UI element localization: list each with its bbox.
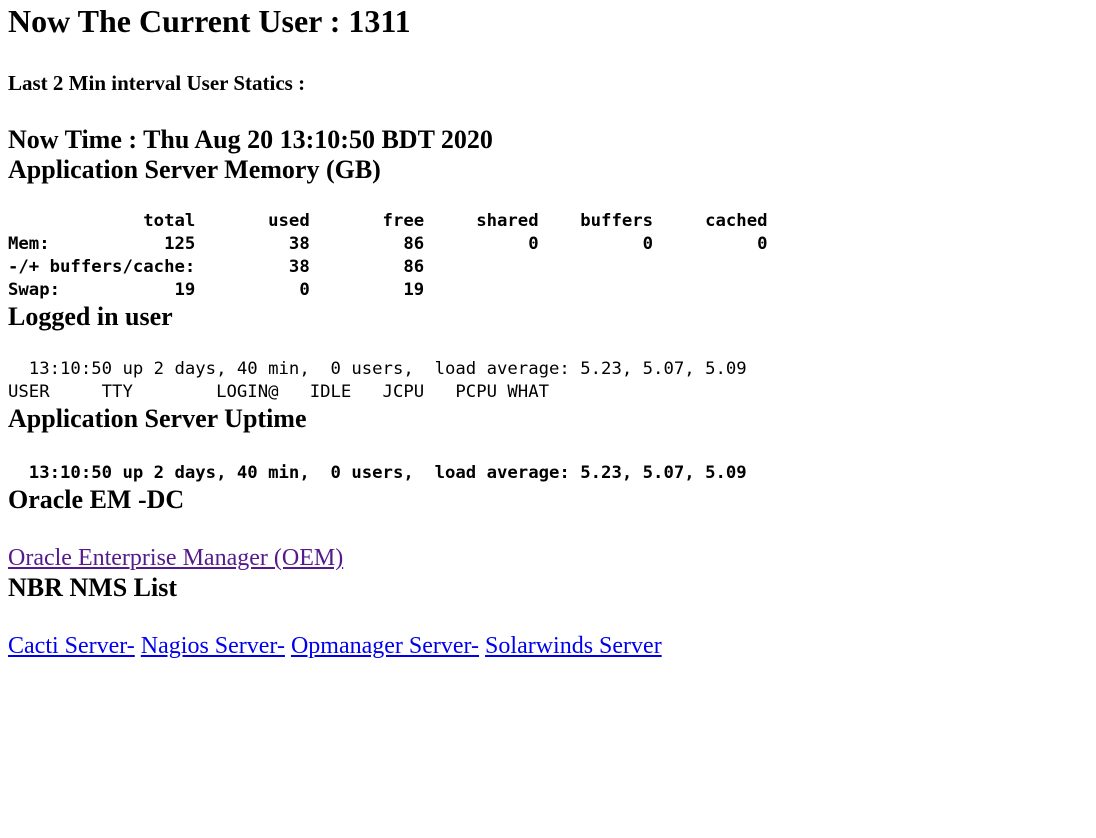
current-user-title: Now The Current User : 1311 bbox=[8, 3, 411, 39]
opmanager-server-link[interactable]: Opmanager Server- bbox=[291, 633, 479, 659]
memory-table: total used free shared buffers cached Me… bbox=[8, 210, 1096, 302]
uptime-output: 13:10:50 up 2 days, 40 min, 0 users, loa… bbox=[8, 462, 1096, 485]
page-content: Now The Current User : 1311 Last 2 Min i… bbox=[0, 2, 1096, 661]
nms-links: Cacti Server- Nagios Server- Opmanager S… bbox=[8, 631, 1096, 661]
oem-link-container: Oracle Enterprise Manager (OEM) bbox=[8, 543, 1096, 573]
uptime-heading: Application Server Uptime bbox=[8, 404, 307, 433]
interval-stats-label: Last 2 Min interval User Statics : bbox=[8, 71, 306, 95]
memory-mem-row: Mem: 125 38 86 0 0 0 bbox=[8, 234, 768, 254]
nagios-server-link[interactable]: Nagios Server- bbox=[141, 633, 285, 659]
logged-in-uptime-line: 13:10:50 up 2 days, 40 min, 0 users, loa… bbox=[8, 359, 747, 379]
memory-header-row: total used free shared buffers cached bbox=[8, 211, 768, 231]
logged-in-columns-line: USER TTY LOGIN@ IDLE JCPU PCPU WHAT bbox=[8, 382, 550, 402]
memory-buffers-row: -/+ buffers/cache: 38 86 bbox=[8, 257, 425, 277]
cacti-server-link[interactable]: Cacti Server- bbox=[8, 633, 135, 659]
memory-heading: Application Server Memory (GB) bbox=[8, 155, 381, 184]
oracle-em-heading: Oracle EM -DC bbox=[8, 485, 185, 514]
logged-in-output: 13:10:50 up 2 days, 40 min, 0 users, loa… bbox=[8, 358, 1096, 404]
nms-list-heading: NBR NMS List bbox=[8, 573, 178, 602]
solarwinds-server-link[interactable]: Solarwinds Server bbox=[485, 633, 662, 659]
memory-swap-row: Swap: 19 0 19 bbox=[8, 280, 425, 300]
uptime-line: 13:10:50 up 2 days, 40 min, 0 users, loa… bbox=[8, 463, 747, 483]
oem-link[interactable]: Oracle Enterprise Manager (OEM) bbox=[8, 545, 343, 571]
logged-in-heading: Logged in user bbox=[8, 302, 173, 331]
now-time: Now Time : Thu Aug 20 13:10:50 BDT 2020 bbox=[8, 125, 493, 154]
